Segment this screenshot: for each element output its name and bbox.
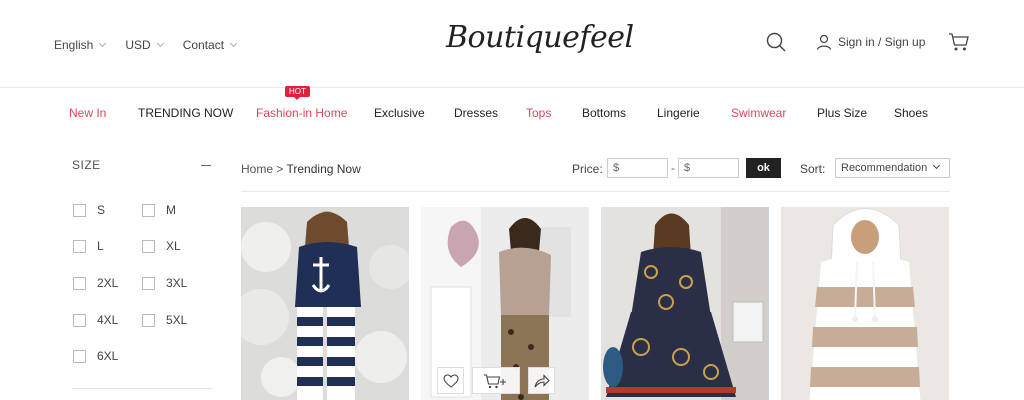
checkbox[interactable]	[73, 239, 86, 253]
chevron-down-icon	[230, 39, 238, 48]
product-image	[601, 207, 769, 400]
sort-value: Recommendation	[841, 162, 928, 174]
sort-dropdown[interactable]: Recommendation	[835, 158, 950, 178]
nav-shoes[interactable]: Shoes	[894, 106, 928, 120]
size-label: M	[166, 203, 176, 217]
wishlist-button[interactable]	[437, 367, 464, 394]
checkbox[interactable]	[73, 203, 86, 217]
top-left-menu: English USD Contact	[54, 38, 238, 52]
product-image	[781, 207, 949, 400]
share-button[interactable]	[528, 367, 555, 394]
product-card[interactable]	[421, 207, 589, 400]
price-max-input[interactable]: $	[678, 158, 739, 178]
size-label: 4XL	[97, 313, 119, 327]
checkbox[interactable]	[73, 276, 86, 290]
size-option-6xl[interactable]: 6XL	[73, 349, 118, 363]
add-to-cart-button[interactable]	[472, 367, 520, 394]
product-card[interactable]	[601, 207, 769, 400]
product-card[interactable]	[241, 207, 409, 400]
contact-label: Contact	[182, 38, 225, 52]
checkbox[interactable]	[73, 313, 86, 327]
checkbox[interactable]	[142, 313, 155, 327]
breadcrumb-home[interactable]: Home	[241, 162, 273, 176]
chevron-down-icon	[99, 39, 107, 48]
price-ok-button[interactable]: ok	[746, 158, 781, 178]
search-icon[interactable]	[766, 32, 786, 52]
breadcrumb-separator: >	[276, 162, 284, 176]
nav-exclusive[interactable]: Exclusive	[374, 106, 425, 120]
currency-label: USD	[125, 38, 151, 52]
breadcrumb: Home > Trending Now	[241, 162, 361, 176]
language-label: English	[54, 38, 94, 52]
size-label: 3XL	[166, 276, 188, 290]
size-label: 2XL	[97, 276, 119, 290]
nav-fashion-in-home[interactable]: Fashion-in Home	[256, 106, 347, 120]
size-label: L	[97, 239, 104, 253]
size-option-l[interactable]: L	[73, 239, 104, 253]
size-option-m[interactable]: M	[142, 203, 176, 217]
checkbox[interactable]	[142, 203, 155, 217]
product-image	[241, 207, 409, 400]
size-option-5xl[interactable]: 5XL	[142, 313, 187, 327]
nav-dresses[interactable]: Dresses	[454, 106, 498, 120]
language-dropdown[interactable]: English	[54, 38, 107, 52]
share-icon	[533, 373, 550, 387]
price-separator: -	[671, 161, 675, 175]
breadcrumb-current: Trending Now	[286, 162, 361, 176]
currency-dropdown[interactable]: USD	[125, 38, 164, 52]
divider	[241, 191, 950, 192]
chevron-down-icon	[156, 39, 164, 48]
size-label: 6XL	[97, 349, 119, 363]
cart-icon[interactable]	[948, 32, 970, 52]
nav-lingerie[interactable]: Lingerie	[657, 106, 700, 120]
nav-plus-size[interactable]: Plus Size	[817, 106, 867, 120]
size-label: 5XL	[166, 313, 188, 327]
price-label: Price:	[572, 162, 603, 176]
size-label: S	[97, 203, 106, 217]
nav-new-in[interactable]: New In	[69, 106, 106, 120]
price-min-input[interactable]: $	[607, 158, 668, 178]
chevron-down-icon	[932, 161, 941, 170]
top-header: English USD Contact Boutiquefeel Sign in…	[0, 0, 1024, 88]
signin-label: Sign in / Sign up	[838, 35, 926, 49]
sort-label: Sort:	[800, 162, 826, 176]
size-filter-title: SIZE	[72, 158, 101, 172]
checkbox[interactable]	[73, 349, 86, 363]
main-nav: New In TRENDING NOW Fashion-in Home Excl…	[0, 88, 1024, 136]
size-option-2xl[interactable]: 2XL	[73, 276, 118, 290]
divider	[72, 388, 212, 389]
size-option-4xl[interactable]: 4XL	[73, 313, 118, 327]
checkbox[interactable]	[142, 276, 155, 290]
nav-swimwear[interactable]: Swimwear	[731, 106, 786, 120]
nav-bottoms[interactable]: Bottoms	[582, 106, 626, 120]
collapse-icon[interactable]	[201, 165, 211, 166]
nav-trending-now[interactable]: TRENDING NOW	[138, 106, 233, 120]
nav-tops[interactable]: Tops	[526, 106, 551, 120]
contact-dropdown[interactable]: Contact	[182, 38, 238, 52]
heart-icon	[442, 373, 459, 388]
user-icon	[816, 34, 832, 50]
size-option-3xl[interactable]: 3XL	[142, 276, 187, 290]
product-actions	[437, 367, 555, 394]
checkbox[interactable]	[142, 239, 155, 253]
size-option-xl[interactable]: XL	[142, 239, 181, 253]
signin-link[interactable]: Sign in / Sign up	[816, 34, 925, 50]
cart-add-icon	[484, 373, 506, 388]
size-label: XL	[166, 239, 181, 253]
product-card[interactable]	[781, 207, 949, 400]
size-option-s[interactable]: S	[73, 203, 105, 217]
site-logo[interactable]: Boutiquefeel	[446, 20, 634, 55]
